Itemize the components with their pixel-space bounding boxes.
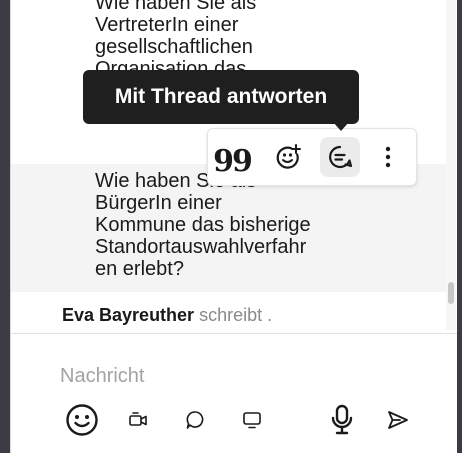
left-frame-edge bbox=[0, 0, 10, 453]
message-line: BürgerIn einer bbox=[95, 192, 222, 214]
reply-in-thread-button[interactable] bbox=[320, 137, 360, 177]
reply-thread-icon bbox=[329, 145, 353, 169]
send-button[interactable] bbox=[378, 400, 418, 440]
typing-status: schreibt . bbox=[199, 305, 273, 325]
message-line: en erlebt? bbox=[95, 258, 184, 280]
microphone-icon bbox=[331, 404, 353, 435]
scrollbar-thumb[interactable] bbox=[448, 282, 454, 304]
sticker-icon bbox=[186, 411, 204, 429]
sticker-button[interactable] bbox=[175, 400, 215, 440]
typing-indicator: Eva Bayreuther schreibt . bbox=[62, 305, 272, 326]
message-line: VertreterIn einer bbox=[95, 14, 239, 36]
send-icon bbox=[388, 411, 408, 429]
quote-button[interactable]: 99 bbox=[212, 137, 253, 179]
add-reaction-button[interactable] bbox=[268, 137, 308, 177]
tooltip-arrow bbox=[333, 122, 349, 131]
video-message-button[interactable] bbox=[118, 400, 158, 440]
tooltip: Mit Thread antworten bbox=[83, 70, 359, 124]
message-line: Standortauswahlverfahr bbox=[95, 236, 307, 258]
message-line: gesellschaftlichen bbox=[95, 36, 253, 58]
add-reaction-icon bbox=[276, 144, 301, 169]
quote-icon: 99 bbox=[213, 144, 253, 179]
emoji-icon bbox=[66, 404, 98, 436]
message-text: Wie haben Sie als BürgerIn einer Kommune… bbox=[95, 170, 425, 280]
message-line: Kommune das bisherige bbox=[95, 214, 311, 236]
voice-message-button[interactable] bbox=[322, 400, 362, 440]
message-action-toolbar: 99 bbox=[207, 128, 417, 186]
more-options-button[interactable] bbox=[368, 137, 408, 177]
more-options-icon bbox=[385, 146, 391, 168]
right-frame-edge bbox=[457, 0, 462, 453]
screen-share-button[interactable] bbox=[232, 400, 272, 440]
composer-divider bbox=[11, 333, 457, 334]
screen-share-icon bbox=[243, 412, 261, 429]
typing-user-name: Eva Bayreuther bbox=[62, 305, 195, 325]
video-icon bbox=[129, 412, 147, 426]
message-line: Wie haben Sie als bbox=[95, 0, 257, 14]
message-input[interactable] bbox=[60, 360, 440, 392]
scrollbar-track[interactable] bbox=[446, 0, 456, 330]
emoji-button[interactable] bbox=[62, 400, 102, 440]
